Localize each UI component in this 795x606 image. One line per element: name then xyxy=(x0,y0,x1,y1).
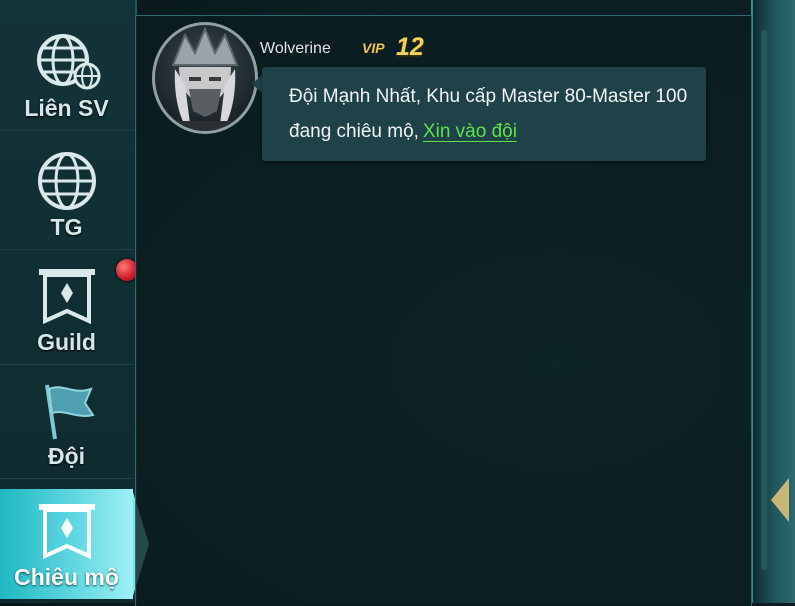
expand-arrow-icon[interactable] xyxy=(771,478,789,522)
join-team-link[interactable]: Xin vào đội xyxy=(423,121,517,142)
tab-label: TG xyxy=(50,214,83,240)
vip-level: 12 xyxy=(396,33,424,61)
tab-guild[interactable]: Guild xyxy=(0,252,133,365)
avatar[interactable] xyxy=(152,22,258,134)
tab-label: Liên SV xyxy=(24,95,109,121)
team-flag-icon xyxy=(44,384,95,440)
player-portrait-icon xyxy=(171,26,239,131)
chat-channel-sidebar: Liên SV TG Guild Đội Chiêu mộ xyxy=(0,0,137,603)
tab-tg[interactable]: TG xyxy=(0,137,133,250)
globe-icon xyxy=(37,152,96,210)
globe-server-icon xyxy=(36,34,100,90)
vip-badge: VIP xyxy=(362,40,385,56)
tab-lien-sv[interactable]: Liên SV xyxy=(0,18,133,131)
sender-name[interactable]: Wolverine xyxy=(260,40,331,58)
tab-label: Guild xyxy=(37,329,96,355)
tab-label: Đội xyxy=(47,443,86,469)
guild-banner-icon xyxy=(38,269,95,325)
recruit-banner-icon xyxy=(38,504,95,560)
message-text: Đội Mạnh Nhất, Khu cấp Master 80-Master … xyxy=(289,79,689,149)
frame-bar xyxy=(761,30,767,570)
tab-chieu-mo[interactable]: Chiêu mộ xyxy=(0,489,133,599)
message-line-2: đang chiêu mộ, xyxy=(289,121,419,142)
message-line-1: Đội Mạnh Nhất, Khu cấp Master 80-Master … xyxy=(289,86,688,107)
tab-label: Chiêu mộ xyxy=(14,564,119,590)
tab-doi[interactable]: Đội xyxy=(0,366,133,479)
